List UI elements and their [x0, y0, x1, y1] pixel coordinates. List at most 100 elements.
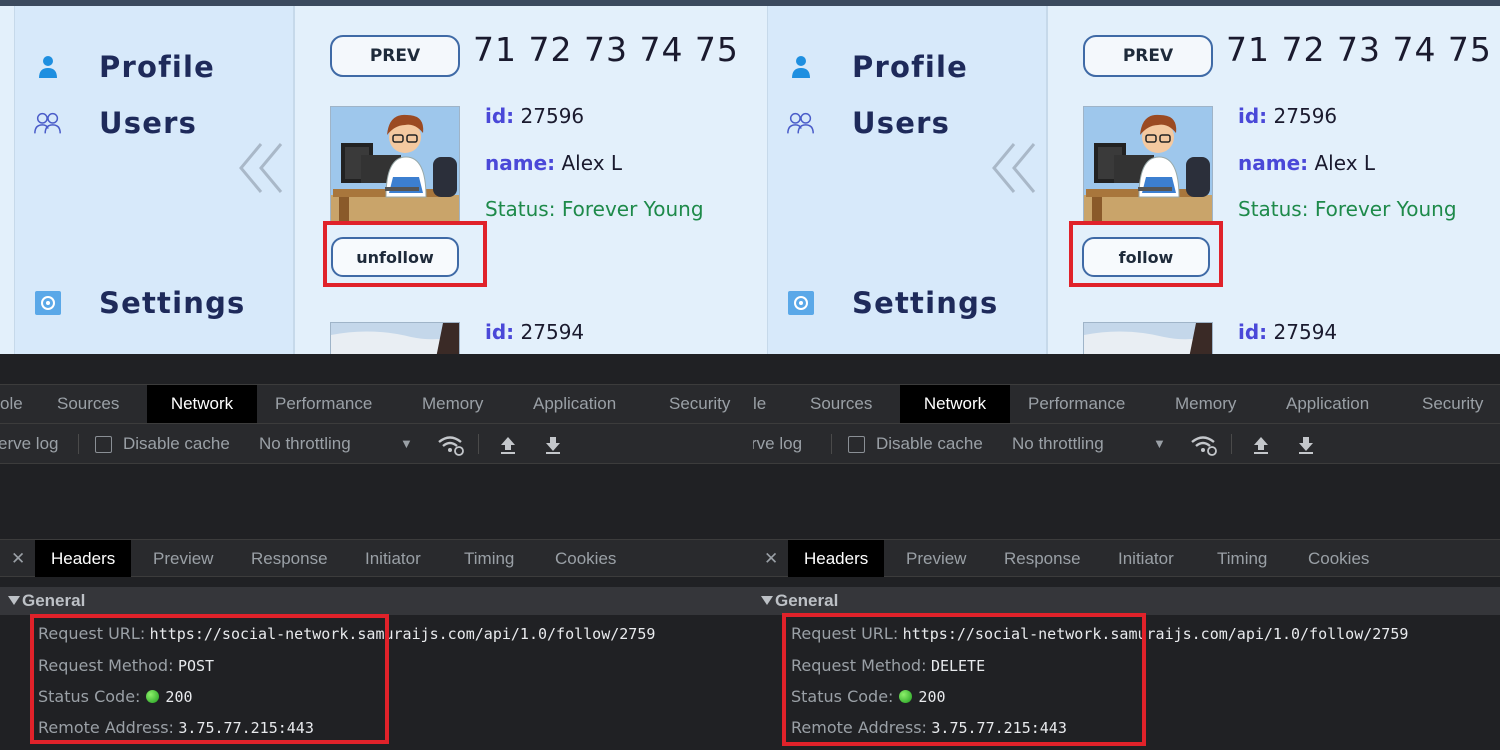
nav-item-users[interactable]: Users	[768, 106, 950, 140]
chevron-down-icon[interactable]: ▼	[400, 424, 413, 464]
user-id-second-value: 27594	[520, 320, 585, 344]
page-numbers[interactable]: 71 72 73 74 75 7	[473, 30, 753, 69]
disable-cache-checkbox[interactable]	[848, 436, 865, 453]
nav-item-settings[interactable]: Settings	[768, 286, 999, 320]
request-url-key: Request URL:	[38, 624, 146, 643]
subtab-response[interactable]: Response	[988, 540, 1097, 577]
disable-cache-label[interactable]: Disable cache	[876, 424, 983, 464]
remote-address-value: 3.75.77.215:443	[931, 719, 1067, 737]
tab-security[interactable]: Security	[655, 385, 744, 423]
preserve-log-label[interactable]: rve log	[753, 424, 802, 464]
prev-page-button[interactable]: PREV	[330, 35, 460, 77]
collapse-chevron-icon[interactable]	[990, 140, 1040, 196]
prev-page-button[interactable]: PREV	[1083, 35, 1213, 77]
subtab-response[interactable]: Response	[235, 540, 344, 577]
devtools-panel: ole Sources Network Performance Memory A…	[0, 354, 753, 750]
tab-memory[interactable]: Memory	[1161, 385, 1250, 423]
chevron-down-icon[interactable]: ▼	[1153, 424, 1166, 464]
subtab-initiator[interactable]: Initiator	[349, 540, 437, 577]
user-status-key: Status:	[485, 197, 556, 221]
nav-item-profile[interactable]: Profile	[15, 50, 215, 84]
tab-console[interactable]: le	[753, 385, 780, 423]
close-icon[interactable]: ✕	[11, 540, 25, 577]
tab-console[interactable]: ole	[0, 385, 37, 423]
tab-memory[interactable]: Memory	[408, 385, 497, 423]
tab-performance[interactable]: Performance	[1014, 385, 1139, 423]
user-name: name: Alex L	[1238, 151, 1375, 175]
subtab-preview[interactable]: Preview	[137, 540, 229, 577]
nav-label-users: Users	[852, 106, 951, 140]
subtab-timing[interactable]: Timing	[1201, 540, 1283, 577]
user-id-second-value: 27594	[1273, 320, 1338, 344]
user-id-second: id: 27594	[485, 320, 584, 344]
collapse-chevron-icon[interactable]	[237, 140, 287, 196]
download-icon[interactable]	[1296, 424, 1316, 464]
status-ok-dot-icon	[146, 690, 160, 703]
network-conditions-icon[interactable]	[1190, 424, 1218, 464]
user-id-key: id:	[485, 104, 515, 128]
tab-sources[interactable]: Sources	[43, 385, 133, 423]
network-toolbar: rve log Disable cache No throttling ▼	[753, 424, 1500, 464]
request-url-value: https://social-network.samuraijs.com/api…	[902, 625, 1409, 643]
nav-item-profile[interactable]: Profile	[768, 50, 968, 84]
request-method-row: Request Method: POST	[38, 656, 214, 676]
users-icon	[786, 108, 816, 138]
tab-network[interactable]: Network	[147, 385, 257, 423]
subtab-headers[interactable]: Headers	[788, 540, 885, 577]
preserve-log-label[interactable]: erve log	[0, 424, 58, 464]
subtab-timing[interactable]: Timing	[448, 540, 530, 577]
nav-label-users: Users	[99, 106, 198, 140]
disable-cache-checkbox[interactable]	[95, 436, 112, 453]
general-section-header[interactable]: General	[0, 587, 753, 615]
remote-address-key: Remote Address:	[791, 718, 927, 737]
subtab-preview[interactable]: Preview	[890, 540, 982, 577]
toolbar-separator-2	[1231, 434, 1232, 454]
request-list-area	[0, 464, 753, 539]
tab-performance[interactable]: Performance	[261, 385, 386, 423]
follow-toggle-button[interactable]: unfollow	[331, 237, 459, 277]
remote-address-row: Remote Address: 3.75.77.215:443	[791, 718, 1067, 738]
general-section-header[interactable]: General	[753, 587, 1500, 615]
follow-toggle-button[interactable]: follow	[1082, 237, 1210, 277]
nav-item-settings[interactable]: Settings	[15, 286, 246, 320]
upload-icon[interactable]	[1251, 424, 1271, 464]
user-name: name: Alex L	[485, 151, 622, 175]
request-list-area	[753, 464, 1500, 539]
sidebar: Profile Users Settings	[767, 6, 1048, 354]
disable-cache-label[interactable]: Disable cache	[123, 424, 230, 464]
user-id: id: 27596	[1238, 104, 1337, 128]
request-detail-tabs: ✕ Headers Preview Response Initiator Tim…	[0, 539, 753, 577]
subtab-cookies[interactable]: Cookies	[539, 540, 632, 577]
tab-application[interactable]: Application	[519, 385, 630, 423]
throttling-select[interactable]: No throttling	[1012, 424, 1104, 464]
status-ok-dot-icon	[899, 690, 913, 703]
tab-network[interactable]: Network	[900, 385, 1010, 423]
download-icon[interactable]	[543, 424, 563, 464]
user-status-key: Status:	[1238, 197, 1309, 221]
request-url-value: https://social-network.samuraijs.com/api…	[149, 625, 656, 643]
nav-label-settings: Settings	[852, 286, 999, 320]
network-toolbar: erve log Disable cache No throttling ▼	[0, 424, 753, 464]
tab-security[interactable]: Security	[1408, 385, 1497, 423]
nav-label-profile: Profile	[99, 50, 216, 84]
tab-application[interactable]: Application	[1272, 385, 1383, 423]
page-numbers[interactable]: 71 72 73 74 75 7	[1226, 30, 1500, 69]
toolbar-separator	[831, 434, 832, 454]
throttling-select[interactable]: No throttling	[259, 424, 351, 464]
sidebar: Profile Users Settings	[14, 6, 295, 354]
request-method-key: Request Method:	[38, 656, 174, 675]
tab-sources[interactable]: Sources	[796, 385, 886, 423]
subtab-headers[interactable]: Headers	[35, 540, 132, 577]
request-method-row: Request Method: DELETE	[791, 656, 985, 676]
left-screenshot-panel: Profile Users Settings PREV 71 72 73 74 …	[0, 0, 753, 750]
subtab-initiator[interactable]: Initiator	[1102, 540, 1190, 577]
nav-item-users[interactable]: Users	[15, 106, 197, 140]
user-icon	[33, 52, 63, 82]
upload-icon[interactable]	[498, 424, 518, 464]
user-name-key: name:	[1238, 151, 1309, 175]
status-code-value: 200	[165, 688, 193, 706]
network-conditions-icon[interactable]	[437, 424, 465, 464]
subtab-cookies[interactable]: Cookies	[1292, 540, 1385, 577]
close-icon[interactable]: ✕	[764, 540, 778, 577]
remote-address-key: Remote Address:	[38, 718, 174, 737]
